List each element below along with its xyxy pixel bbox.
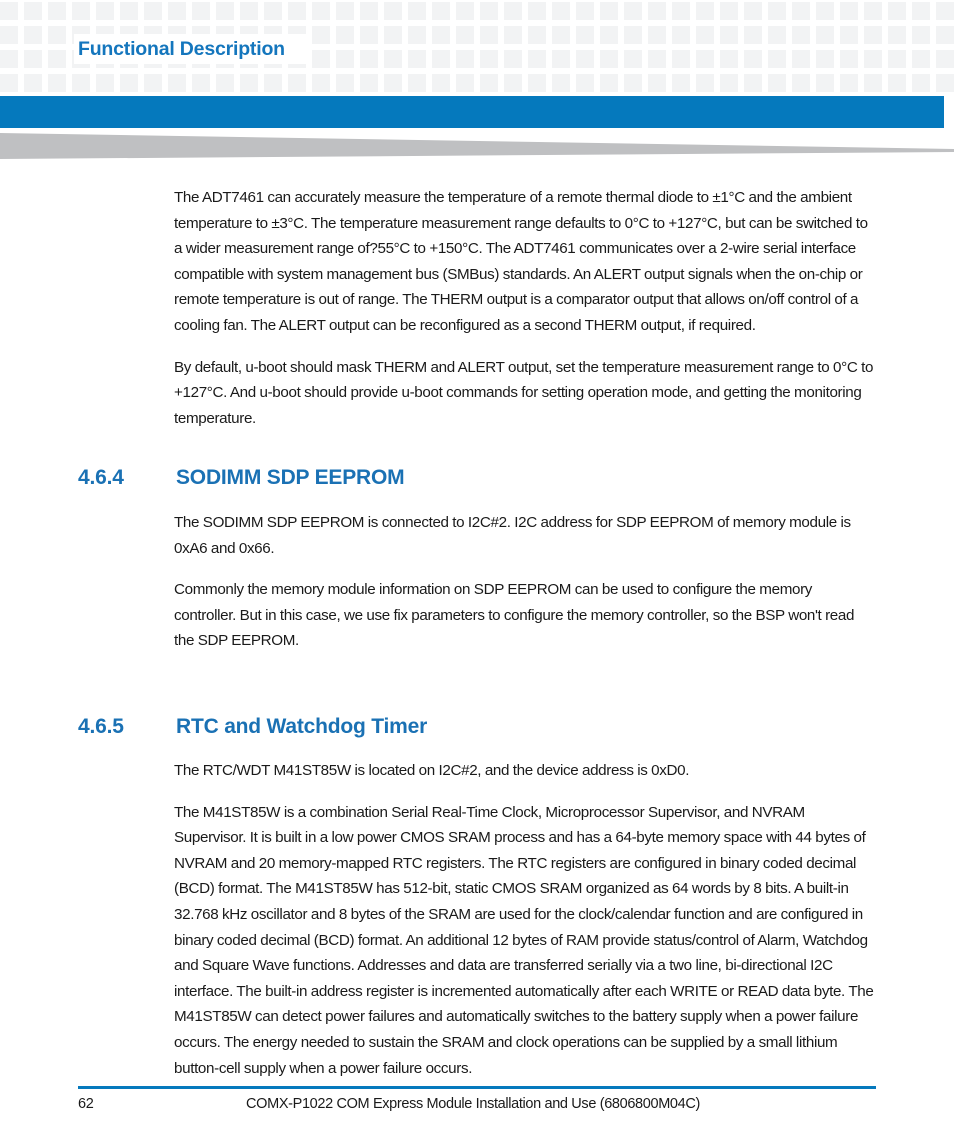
paragraph: The M41ST85W is a combination Serial Rea… (174, 803, 874, 1077)
section-number: 4.6.4 (78, 466, 124, 489)
section-4-6-5-body: The RTC/WDT M41ST85W is located on I2C#2… (174, 758, 874, 1081)
header-gray-wedge (0, 133, 954, 161)
paragraph: By default, u-boot should mask THERM and… (174, 358, 874, 427)
section-4-6-4-body: The SODIMM SDP EEPROM is connected to I2… (174, 510, 874, 654)
footer-document-title: COMX-P1022 COM Express Module Installati… (246, 1096, 700, 1112)
paragraph: Commonly the memory module information o… (174, 581, 855, 650)
section-title: SODIMM SDP EEPROM (176, 466, 405, 489)
page-header: Functional Description (0, 0, 954, 92)
section-intro: The ADT7461 can accurately measure the t… (174, 185, 874, 431)
running-head-title: Functional Description (78, 38, 285, 60)
pattern-row (0, 2, 954, 20)
page-footer: 62 COMX-P1022 COM Express Module Install… (0, 1096, 954, 1124)
section-heading-4-6-4: 4.6.4 SODIMM SDP EEPROM (78, 466, 878, 490)
section-heading-4-6-5: 4.6.5 RTC and Watchdog Timer (78, 715, 878, 739)
section-title: RTC and Watchdog Timer (176, 715, 428, 738)
paragraph: The RTC/WDT M41ST85W is located on I2C#2… (174, 762, 690, 779)
gray-wedge-shape (0, 133, 954, 159)
paragraph: The ADT7461 can accurately measure the t… (174, 189, 868, 334)
section-number: 4.6.5 (78, 715, 124, 738)
footer-rule (78, 1086, 876, 1089)
paragraph: The SODIMM SDP EEPROM is connected to I2… (174, 514, 851, 557)
pattern-row (0, 74, 954, 92)
header-blue-bar (0, 96, 944, 128)
